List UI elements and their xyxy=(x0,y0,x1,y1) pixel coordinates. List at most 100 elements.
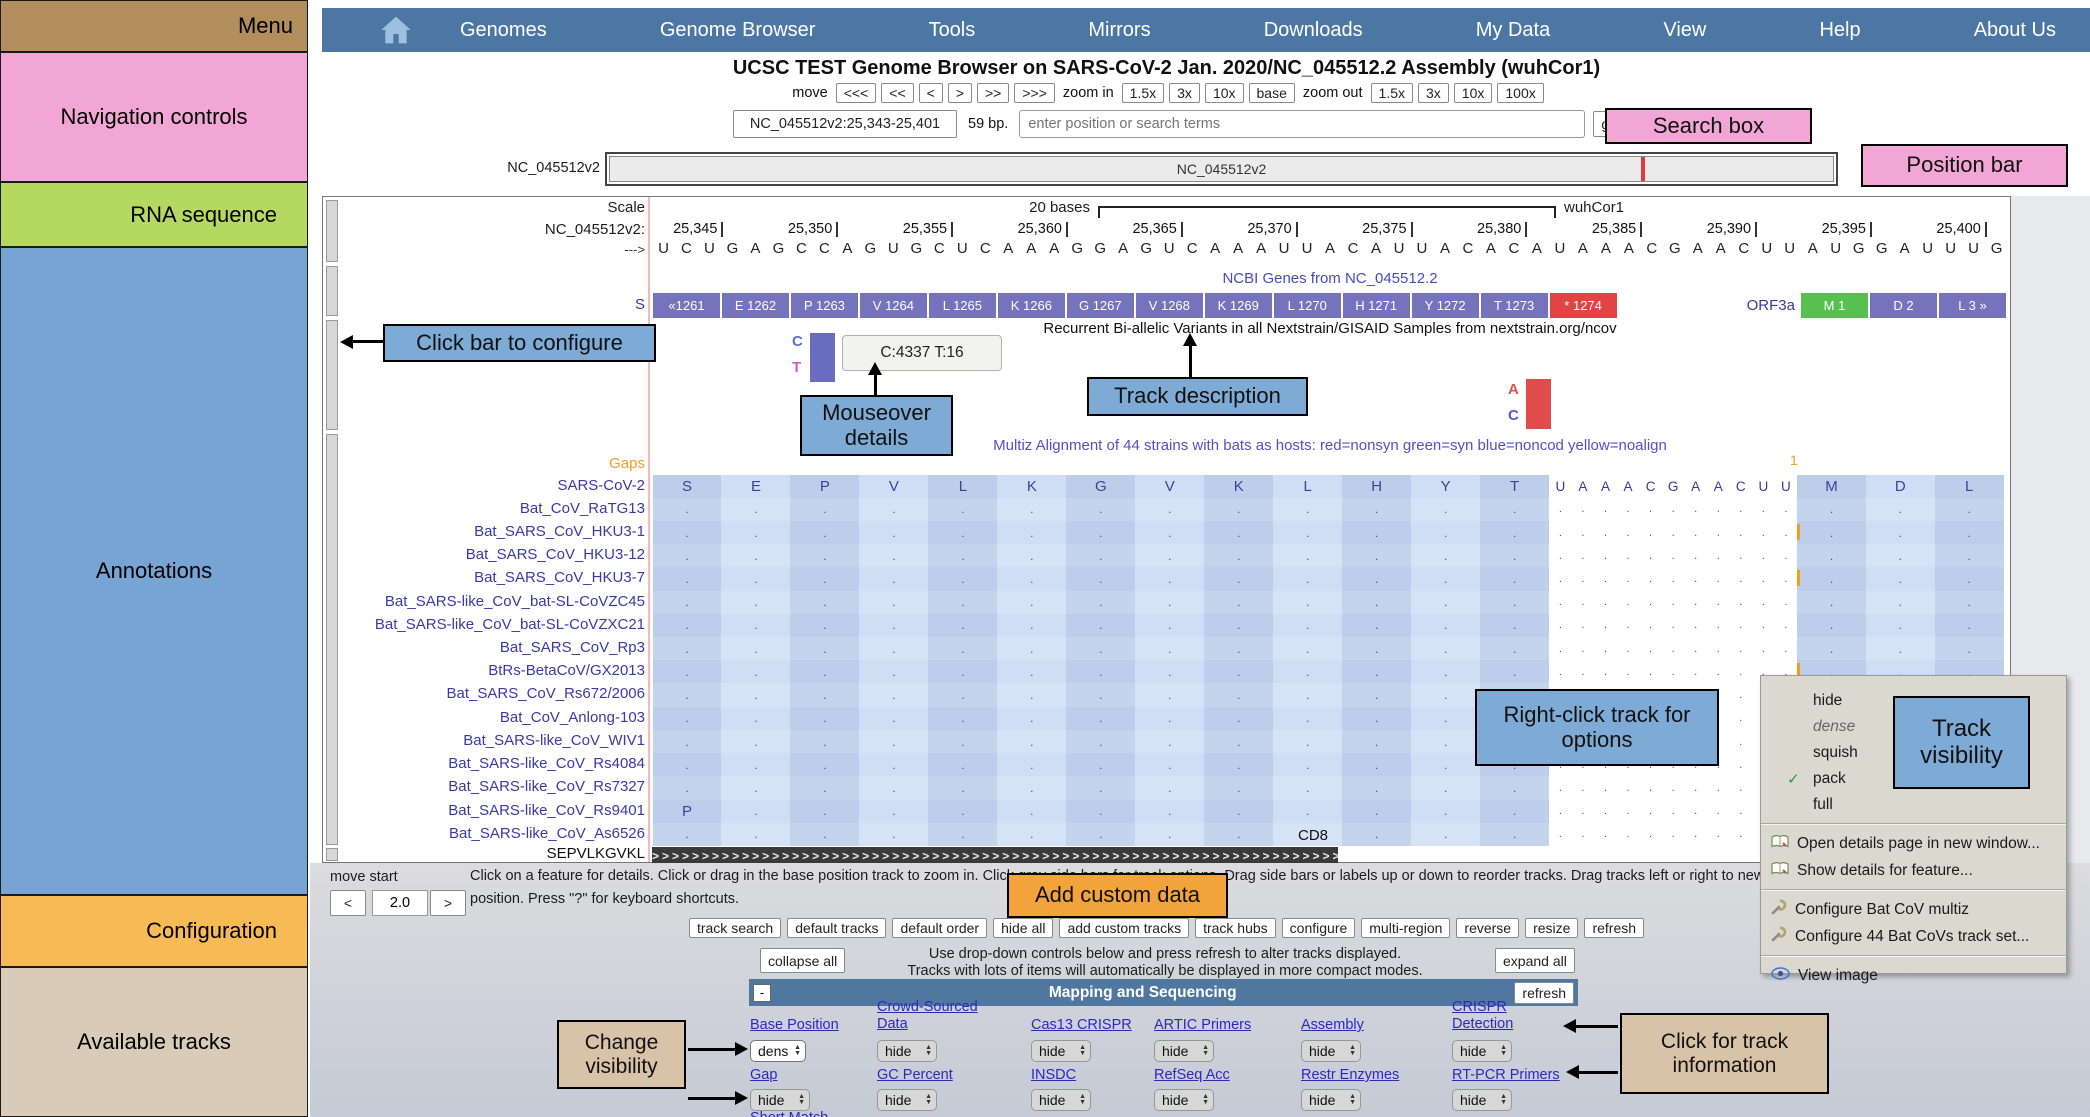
alignment-nt-cell[interactable]: . xyxy=(1707,823,1730,846)
add-custom-tracks-button[interactable]: add custom tracks xyxy=(1059,918,1189,938)
alignment-cell[interactable]: . xyxy=(1066,591,1135,614)
alignment-nt-cell[interactable]: . xyxy=(1707,637,1730,660)
alignment-cell[interactable]: . xyxy=(1204,637,1273,660)
alignment-nt-cell[interactable]: . xyxy=(1594,823,1617,846)
alignment-nt-cell[interactable]: . xyxy=(1617,776,1640,799)
codon-box-1273[interactable]: T 1273 xyxy=(1481,293,1548,318)
alignment-nt-cell[interactable]: . xyxy=(1572,521,1595,544)
alignment-cell[interactable]: . xyxy=(653,567,722,590)
alignment-nt-cell[interactable]: A xyxy=(1684,475,1707,498)
move-start-value-input[interactable] xyxy=(372,890,428,916)
alignment-cell[interactable]: . xyxy=(1135,660,1204,683)
track-grab-bar[interactable] xyxy=(326,320,338,430)
alignment-nt-cell[interactable]: A xyxy=(1617,475,1640,498)
alignment-cell[interactable]: . xyxy=(1797,637,1866,660)
alignment-cell[interactable]: . xyxy=(653,753,722,776)
codon-box-1271[interactable]: H 1271 xyxy=(1343,293,1410,318)
nav-item-about-us[interactable]: About Us xyxy=(1974,19,2056,42)
alignment-cell[interactable]: . xyxy=(653,498,722,521)
alignment-cell[interactable]: . xyxy=(1411,637,1480,660)
alignment-cell[interactable]: . xyxy=(1135,567,1204,590)
alignment-nt-cell[interactable]: . xyxy=(1684,776,1707,799)
alignment-nt-cell[interactable]: . xyxy=(1662,800,1685,823)
alignment-cell[interactable]: . xyxy=(928,730,997,753)
alignment-cell[interactable]: . xyxy=(859,707,928,730)
track-visibility-select-assembly[interactable]: hide▲▼ xyxy=(1301,1040,1361,1062)
alignment-cell[interactable]: L xyxy=(1273,475,1342,498)
alignment-nt-cell[interactable]: . xyxy=(1775,498,1798,521)
codon-box-1262[interactable]: E 1262 xyxy=(722,293,789,318)
alignment-cell[interactable]: . xyxy=(1135,707,1204,730)
alignment-nt-cell[interactable]: . xyxy=(1752,614,1775,637)
track-link-artic-primers[interactable]: ARTIC Primers xyxy=(1154,1017,1251,1034)
track-link-gap[interactable]: Gap xyxy=(750,1067,777,1084)
alignment-cell[interactable]: . xyxy=(1866,567,1935,590)
move-button[interactable]: << xyxy=(881,83,913,103)
alignment-cell[interactable]: . xyxy=(721,707,790,730)
alignment-cell[interactable]: . xyxy=(997,823,1066,846)
codon-box-orf3a-1[interactable]: M 1 xyxy=(1801,293,1868,318)
alignment-cell[interactable]: . xyxy=(790,683,859,706)
alignment-nt-cell[interactable]: . xyxy=(1707,544,1730,567)
alignment-nt-cell[interactable]: . xyxy=(1572,660,1595,683)
alignment-cell[interactable]: . xyxy=(859,521,928,544)
menu-item-configure-bat-cov-multiz[interactable]: Configure Bat CoV multiz xyxy=(1761,896,2066,923)
alignment-nt-cell[interactable]: . xyxy=(1549,776,1572,799)
alignment-cell[interactable]: . xyxy=(1411,823,1480,846)
alignment-nt-cell[interactable]: . xyxy=(1730,753,1753,776)
alignment-cell[interactable]: . xyxy=(790,730,859,753)
strain-label-bat-sars-cov-hku3-12[interactable]: Bat_SARS_CoV_HKU3-12 xyxy=(330,546,645,563)
alignment-cell[interactable]: D xyxy=(1866,475,1935,498)
group-collapse-button[interactable]: - xyxy=(753,984,771,1002)
alignment-nt-cell[interactable]: . xyxy=(1752,591,1775,614)
alignment-nt-cell[interactable]: . xyxy=(1639,521,1662,544)
alignment-nt-cell[interactable]: . xyxy=(1572,567,1595,590)
alignment-cell[interactable]: . xyxy=(1411,544,1480,567)
alignment-nt-cell[interactable]: . xyxy=(1730,544,1753,567)
alignment-cell[interactable]: . xyxy=(928,591,997,614)
alignment-cell[interactable]: M xyxy=(1797,475,1866,498)
alignment-nt-cell[interactable]: . xyxy=(1662,823,1685,846)
default-tracks-button[interactable]: default tracks xyxy=(787,918,886,938)
alignment-nt-cell[interactable]: . xyxy=(1617,498,1640,521)
track-visibility-select-base-position[interactable]: dens▲▼ xyxy=(750,1040,806,1062)
strain-label-bat-sars-like-cov-rs4084[interactable]: Bat_SARS-like_CoV_Rs4084 xyxy=(330,755,645,772)
alignment-nt-cell[interactable]: . xyxy=(1617,823,1640,846)
codon-box-1270[interactable]: L 1270 xyxy=(1274,293,1341,318)
alignment-cell[interactable]: . xyxy=(1342,567,1411,590)
alignment-cell[interactable]: . xyxy=(1135,753,1204,776)
alignment-cell[interactable]: . xyxy=(997,800,1066,823)
alignment-cell[interactable]: . xyxy=(1480,660,1549,683)
zoom-in-button[interactable]: 3x xyxy=(1169,83,1200,103)
genes-track-title[interactable]: NCBI Genes from NC_045512.2 xyxy=(652,270,2008,287)
alignment-cell[interactable]: . xyxy=(1342,498,1411,521)
alignment-cell[interactable]: . xyxy=(653,521,722,544)
alignment-cell[interactable]: . xyxy=(1204,567,1273,590)
track-visibility-select-rt-pcr-primers[interactable]: hide▲▼ xyxy=(1452,1089,1512,1111)
alignment-nt-cell[interactable]: . xyxy=(1752,521,1775,544)
alignment-cell[interactable]: . xyxy=(1273,498,1342,521)
alignment-cell[interactable]: . xyxy=(1066,544,1135,567)
home-icon[interactable] xyxy=(380,15,412,45)
nav-item-genomes[interactable]: Genomes xyxy=(460,19,547,42)
alignment-nt-cell[interactable]: . xyxy=(1775,521,1798,544)
alignment-cell[interactable]: E xyxy=(721,475,790,498)
alignment-cell[interactable]: . xyxy=(790,660,859,683)
alignment-cell[interactable]: . xyxy=(859,823,928,846)
alignment-nt-cell[interactable]: . xyxy=(1775,567,1798,590)
alignment-cell[interactable]: . xyxy=(1411,660,1480,683)
alignment-nt-cell[interactable]: . xyxy=(1730,800,1753,823)
alignment-cell[interactable]: . xyxy=(859,591,928,614)
variant-bar[interactable] xyxy=(810,333,835,382)
menu-item-open-details-page-in-new-window[interactable]: Open details page in new window... xyxy=(1761,830,2066,857)
alignment-cell[interactable]: . xyxy=(653,544,722,567)
alignment-cell[interactable]: . xyxy=(1797,591,1866,614)
alignment-cell[interactable]: . xyxy=(1273,544,1342,567)
alignment-nt-cell[interactable]: . xyxy=(1617,544,1640,567)
alignment-cell[interactable]: . xyxy=(859,730,928,753)
strain-label-bat-cov-ratg13[interactable]: Bat_CoV_RaTG13 xyxy=(330,500,645,517)
alignment-cell[interactable]: . xyxy=(1066,637,1135,660)
strain-label-bat-sars-cov-rs672-2006[interactable]: Bat_SARS_CoV_Rs672/2006 xyxy=(330,685,645,702)
alignment-cell[interactable]: . xyxy=(721,683,790,706)
alignment-cell[interactable]: . xyxy=(1066,567,1135,590)
